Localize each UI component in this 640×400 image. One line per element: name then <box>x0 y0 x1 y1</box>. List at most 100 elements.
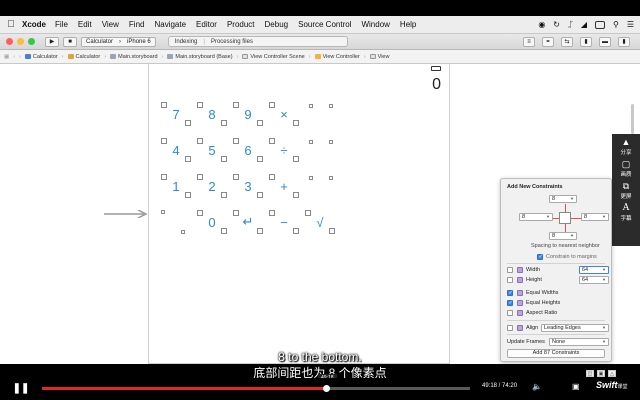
assistant-editor-button[interactable]: ⚭ <box>542 36 554 47</box>
menu-edit[interactable]: Edit <box>78 20 92 29</box>
related-items-icon[interactable]: ▦ <box>4 54 9 60</box>
menu-view[interactable]: View <box>102 20 119 29</box>
width-checkbox[interactable] <box>507 267 513 273</box>
height-checkbox[interactable] <box>507 277 513 283</box>
key-4[interactable]: 4 <box>161 138 191 162</box>
bottom-spacing-field[interactable]: 8 ▼ <box>549 232 577 240</box>
version-editor-button[interactable]: ⇆ <box>561 36 573 47</box>
selection-handle[interactable] <box>181 230 185 234</box>
selection-handle[interactable] <box>329 104 333 108</box>
leading-spacing-field[interactable]: 8 ▼ <box>519 213 553 221</box>
selection-handle[interactable] <box>329 140 333 144</box>
sync-icon[interactable]: ↻ <box>553 20 560 29</box>
key-sqrt[interactable]: √ <box>305 210 335 234</box>
key-multiply[interactable]: × <box>269 102 299 126</box>
rail-share[interactable]: ▲ 分享 <box>620 138 631 157</box>
align-select[interactable]: Leading Edges ▼ <box>541 324 609 332</box>
minimize-window-icon[interactable] <box>17 38 24 45</box>
menu-editor[interactable]: Editor <box>196 20 217 29</box>
canvas-scrollbar[interactable] <box>631 104 634 134</box>
key-3[interactable]: 3 <box>233 174 263 198</box>
key-6[interactable]: 6 <box>233 138 263 162</box>
scheme-selector[interactable]: Calculator › iPhone 6 <box>81 36 156 47</box>
battery-icon[interactable] <box>594 20 605 29</box>
width-field[interactable]: 64 ▼ <box>579 266 609 274</box>
seek-handle[interactable] <box>322 385 330 392</box>
height-field[interactable]: 64 ▼ <box>579 276 609 284</box>
volume-icon[interactable]: 🔈 <box>532 382 542 391</box>
zoom-window-icon[interactable] <box>28 38 35 45</box>
key-7[interactable]: 7 <box>161 102 191 126</box>
key-2[interactable]: 2 <box>197 174 227 198</box>
standard-editor-button[interactable]: ≡ <box>523 36 535 47</box>
equal-widths-checkbox[interactable] <box>507 290 513 296</box>
stop-button[interactable]: ■ <box>63 36 77 47</box>
menu-app-name[interactable]: Xcode <box>22 20 46 29</box>
crumb-project[interactable]: Calculator <box>24 54 58 60</box>
trailing-strut-icon[interactable] <box>571 218 581 219</box>
utilities-toggle-button[interactable]: ▮ <box>618 36 630 47</box>
constrain-margins-checkbox[interactable] <box>537 254 543 260</box>
menu-find[interactable]: Find <box>129 20 145 29</box>
back-icon[interactable]: ‹ <box>13 54 15 60</box>
update-frames-select[interactable]: None ▼ <box>549 338 609 346</box>
run-button[interactable]: ▶ <box>45 36 59 47</box>
debug-toggle-button[interactable]: ▬ <box>599 36 611 47</box>
close-window-icon[interactable] <box>6 38 13 45</box>
aspect-ratio-checkbox[interactable] <box>507 310 513 316</box>
pause-button[interactable]: ❚❚ <box>13 382 30 394</box>
menu-extras: ◉ ↻ ᛢ ◢ ⚲ ☰ <box>538 20 640 29</box>
key-1[interactable]: 1 <box>161 174 191 198</box>
align-checkbox[interactable] <box>507 325 513 331</box>
key-minus[interactable]: − <box>269 210 299 234</box>
bottom-strut-icon[interactable] <box>565 224 566 232</box>
menu-window[interactable]: Window <box>361 20 389 29</box>
selection-handle[interactable] <box>309 104 313 108</box>
leading-strut-icon[interactable] <box>553 218 559 219</box>
wifi-icon[interactable]: ◢ <box>581 20 587 29</box>
rail-window[interactable]: ⧉ 更屏 <box>620 182 631 201</box>
menu-product[interactable]: Product <box>227 20 255 29</box>
selection-handle[interactable] <box>161 210 165 214</box>
selection-handle[interactable] <box>309 140 313 144</box>
rail-subtitle[interactable]: A 字幕 <box>620 204 631 223</box>
crumb-view-controller[interactable]: View Controller <box>314 54 360 60</box>
top-spacing-field[interactable]: 8 ▼ <box>549 195 577 203</box>
crumb-group[interactable]: Calculator <box>67 54 100 60</box>
menu-help[interactable]: Help <box>400 20 416 29</box>
selection-handle[interactable] <box>329 176 333 180</box>
key-enter[interactable]: ↵ <box>233 210 263 234</box>
top-strut-icon[interactable] <box>565 204 566 212</box>
trailing-spacing-field[interactable]: 8 ▼ <box>581 213 609 221</box>
navigator-toggle-button[interactable]: ▮ <box>580 36 592 47</box>
search-icon[interactable]: ⚲ <box>613 20 619 29</box>
key-8[interactable]: 8 <box>197 102 227 126</box>
seek-bar[interactable] <box>42 385 470 392</box>
menu-source-control[interactable]: Source Control <box>298 20 351 29</box>
key-9[interactable]: 9 <box>233 102 263 126</box>
aspect-ratio-label: Aspect Ratio <box>526 310 558 316</box>
menu-file[interactable]: File <box>55 20 68 29</box>
key-5[interactable]: 5 <box>197 138 227 162</box>
apple-icon[interactable]:  <box>0 19 22 30</box>
crumb-storyboard-base[interactable]: Main.storyboard (Base) <box>167 54 233 60</box>
align-icon <box>517 325 523 331</box>
menu-debug[interactable]: Debug <box>265 20 289 29</box>
list-icon[interactable]: ☰ <box>627 20 634 29</box>
rail-quality[interactable]: ▢ 画质 <box>620 160 631 179</box>
fullscreen-icon[interactable]: ▣ <box>572 382 580 391</box>
crumb-scene[interactable]: View Controller Scene <box>242 54 305 60</box>
key-plus[interactable]: + <box>269 174 299 198</box>
selection-handle[interactable] <box>309 176 313 180</box>
crumb-view[interactable]: View <box>369 54 389 60</box>
key-divide[interactable]: ÷ <box>269 138 299 162</box>
equal-heights-checkbox[interactable] <box>507 300 513 306</box>
view-controller-scene[interactable]: 0 7 8 9 × 4 5 6 ÷ 1 2 3 + 0 ↵ − √ <box>148 64 450 364</box>
key-0[interactable]: 0 <box>197 210 227 234</box>
menu-navigate[interactable]: Navigate <box>154 20 186 29</box>
crumb-storyboard[interactable]: Main.storyboard <box>110 54 158 60</box>
bluetooth-icon[interactable]: ᛢ <box>568 20 573 29</box>
forward-icon[interactable]: › <box>19 54 21 60</box>
camera-icon[interactable]: ◉ <box>538 20 545 29</box>
calculator-display[interactable]: 0 <box>432 76 441 94</box>
